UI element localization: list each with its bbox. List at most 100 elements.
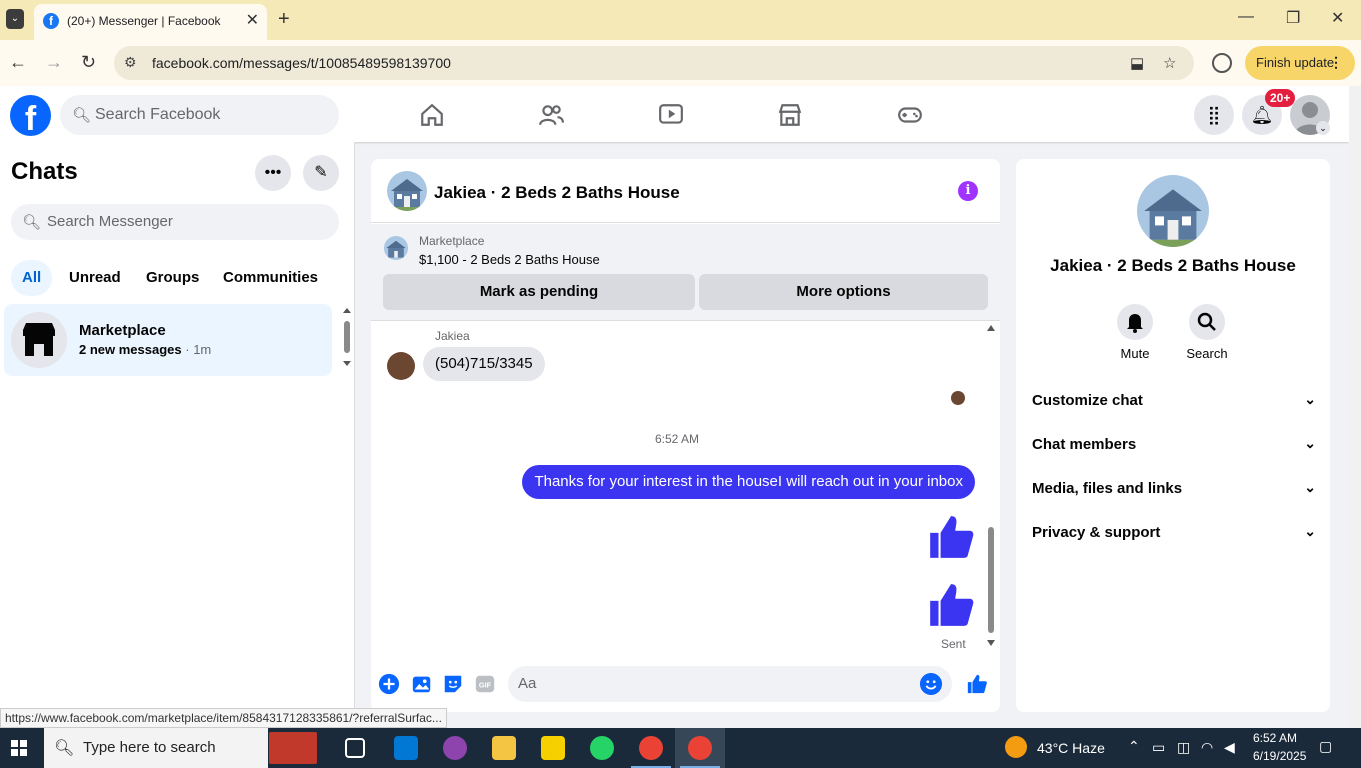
account-chevron-down-icon[interactable]: ⌄ — [1316, 121, 1330, 135]
tab-title: (20+) Messenger | Facebook — [67, 14, 221, 28]
listing-photo[interactable] — [1137, 175, 1209, 247]
mark-as-pending-button[interactable]: Mark as pending — [383, 274, 695, 310]
address-bar[interactable]: ⚙ facebook.com/messages/t/10085489598139… — [114, 46, 1194, 80]
taskbar-search-placeholder: Type here to search — [83, 739, 216, 756]
tab-search-chevron-icon[interactable]: ⌄ — [6, 9, 24, 29]
like-thumbs-up-icon[interactable] — [926, 579, 976, 631]
send-like-icon[interactable] — [966, 673, 988, 695]
tab-close-icon[interactable]: ✕ — [246, 10, 259, 30]
filter-communities[interactable]: Communities — [212, 260, 329, 296]
browser-profile-icon[interactable] — [1212, 53, 1232, 73]
volume-icon[interactable]: ◀ — [1224, 739, 1235, 756]
minimize-icon[interactable]: — — [1238, 8, 1254, 26]
whatsapp-icon[interactable] — [590, 736, 614, 760]
clock-time[interactable]: 6:52 AM — [1253, 731, 1297, 745]
notification-center-icon[interactable]: ▢ — [1319, 738, 1332, 755]
marketplace-icon[interactable] — [776, 102, 804, 128]
taskbar-search-input[interactable]: 🔍︎ Type here to search — [44, 728, 268, 768]
section-customize-chat[interactable]: Customize chat ⌄ — [1032, 391, 1316, 416]
more-options-icon[interactable]: ••• — [255, 155, 291, 191]
forward-icon[interactable]: → — [45, 52, 63, 73]
chevron-down-icon: ⌄ — [1304, 479, 1316, 495]
wifi-icon[interactable]: ◠ — [1201, 739, 1213, 756]
reload-icon[interactable]: ↻ — [81, 52, 96, 73]
conversation-title[interactable]: Jakiea · 2 Beds 2 Baths House — [434, 183, 680, 203]
facebook-favicon-icon: f — [43, 13, 59, 29]
bookmark-star-icon[interactable]: ☆ — [1163, 54, 1176, 72]
mute-button[interactable]: Mute — [1105, 304, 1165, 361]
browser-tab[interactable]: f (20+) Messenger | Facebook ✕ — [34, 4, 267, 40]
like-thumbs-up-icon[interactable] — [926, 511, 976, 563]
time-separator: 6:52 AM — [654, 432, 700, 446]
install-app-icon[interactable]: ⬓ — [1130, 54, 1144, 72]
gif-icon[interactable]: GIF — [474, 673, 496, 695]
search-icon: 🔍︎ — [54, 740, 75, 757]
emoji-icon[interactable] — [920, 673, 942, 695]
chrome-profile-icon[interactable] — [688, 736, 712, 760]
video-icon[interactable] — [657, 102, 685, 128]
news-flag-icon[interactable] — [269, 732, 317, 764]
paint-app-icon[interactable] — [443, 736, 467, 760]
clock-date[interactable]: 6/19/2025 — [1253, 749, 1306, 763]
sender-avatar[interactable] — [387, 352, 415, 380]
search-icon: 🔍︎ — [22, 214, 42, 231]
section-privacy-support[interactable]: Privacy & support ⌄ — [1032, 523, 1316, 548]
conversation-info-icon[interactable]: i — [958, 181, 978, 201]
file-explorer-icon[interactable] — [492, 736, 516, 760]
marketplace-label: Marketplace — [419, 234, 485, 248]
battery-icon[interactable]: ▭ — [1152, 739, 1165, 756]
messenger-search-input[interactable]: 🔍︎ Search Messenger — [11, 204, 339, 240]
gaming-icon[interactable] — [896, 102, 924, 128]
meet-now-icon[interactable]: ◫ — [1177, 739, 1190, 756]
message-composer: GIF Aa — [371, 661, 1000, 712]
page-scrollbar[interactable] — [1349, 86, 1361, 728]
microsoft-store-icon[interactable] — [394, 736, 418, 760]
home-icon[interactable] — [418, 102, 446, 128]
marketplace-avatar — [11, 312, 67, 368]
house-thumbnail[interactable] — [387, 171, 427, 211]
photo-icon[interactable] — [411, 673, 433, 695]
chrome-icon[interactable] — [639, 736, 663, 760]
weather-icon[interactable] — [1005, 736, 1027, 758]
facebook-search-input[interactable]: 🔍︎ Search Facebook — [60, 95, 339, 135]
weather-text[interactable]: 43°C Haze — [1037, 740, 1105, 756]
more-options-button[interactable]: More options — [699, 274, 988, 310]
menu-grid-icon[interactable]: ⣿ — [1194, 95, 1234, 135]
friends-icon[interactable] — [537, 102, 565, 128]
filter-groups[interactable]: Groups — [135, 260, 210, 296]
window-close-icon[interactable]: ✕ — [1331, 8, 1344, 28]
browser-menu-icon[interactable]: ⋮ — [1329, 54, 1343, 71]
site-info-icon[interactable]: ⚙ — [124, 54, 137, 71]
chats-scrollbar[interactable] — [343, 307, 351, 367]
sticker-icon[interactable] — [442, 673, 464, 695]
show-hidden-icons-chevron-icon[interactable]: ⌃ — [1128, 738, 1140, 755]
chat-item-marketplace[interactable]: Marketplace 2 new messages · 1m — [4, 304, 332, 376]
seen-avatar — [951, 391, 965, 405]
sender-name: Jakiea — [435, 329, 470, 343]
section-chat-members[interactable]: Chat members ⌄ — [1032, 435, 1316, 460]
filter-all[interactable]: All — [11, 260, 53, 296]
finish-update-button[interactable]: Finish update ⋮ — [1245, 46, 1355, 80]
listing-thumbnail[interactable] — [384, 236, 408, 260]
new-tab-icon[interactable]: + — [278, 8, 290, 31]
finish-update-label: Finish update — [1256, 55, 1335, 70]
incoming-message[interactable]: (504)715/3345 — [423, 347, 545, 381]
filter-unread[interactable]: Unread — [58, 260, 132, 296]
facebook-logo-icon[interactable]: f — [10, 95, 51, 136]
conversation-scrollbar[interactable] — [987, 324, 995, 654]
new-message-icon[interactable]: ✎ — [303, 155, 339, 191]
plus-icon[interactable] — [378, 673, 400, 695]
listing-title[interactable]: $1,100 - 2 Beds 2 Baths House — [419, 252, 600, 267]
chat-name: Marketplace — [79, 322, 166, 339]
outgoing-message[interactable]: Thanks for your interest in the houseI w… — [522, 465, 975, 499]
sent-status: Sent — [941, 637, 966, 651]
maximize-icon[interactable]: ❐ — [1286, 8, 1300, 28]
notifications-badge: 20+ — [1265, 89, 1296, 107]
windows-start-icon[interactable] — [11, 740, 27, 756]
search-in-conversation-button[interactable]: Search — [1177, 304, 1237, 361]
message-input[interactable]: Aa — [508, 666, 952, 702]
section-media-files-links[interactable]: Media, files and links ⌄ — [1032, 479, 1316, 504]
back-icon[interactable]: ← — [9, 52, 27, 73]
sticky-notes-icon[interactable] — [541, 736, 565, 760]
task-view-icon[interactable] — [345, 738, 365, 758]
